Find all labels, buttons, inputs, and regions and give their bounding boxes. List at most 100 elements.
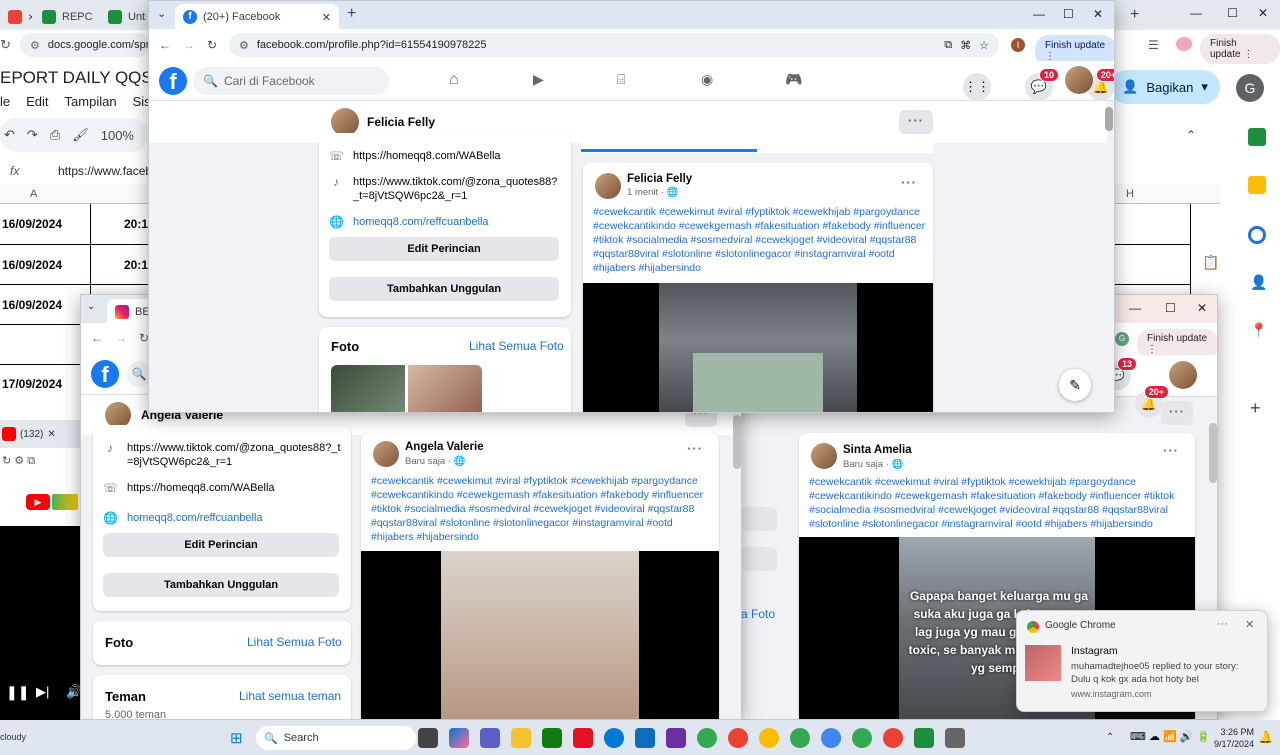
tray-expand-icon[interactable]: ⌃	[1106, 732, 1114, 743]
menu-view[interactable]: Tampilan	[65, 94, 117, 109]
weather-label[interactable]: cloudy	[0, 732, 26, 742]
chrome-notification[interactable]: Google Chrome ··· ✕ Instagram muhamadtej…	[1016, 610, 1268, 712]
edit-details-button[interactable]: Edit Perincian	[329, 237, 559, 261]
reload-icon[interactable]: ↻	[0, 37, 11, 53]
post-hashtags[interactable]: #cewekcantik #cewekimut #viral #fyptikto…	[593, 205, 927, 275]
teams-icon[interactable]	[480, 728, 500, 748]
friends-link[interactable]: Lihat semua teman	[239, 689, 341, 703]
marketplace-icon[interactable]: ⌸	[617, 71, 625, 88]
column-h-header[interactable]: H	[1126, 188, 1134, 200]
post-hashtags[interactable]: #cewekcantik #cewekimut #viral #fyptikto…	[371, 474, 713, 544]
profile-icon[interactable]: I	[1011, 38, 1025, 52]
notifications-button[interactable]: 🔔 20+	[1135, 385, 1169, 418]
address-bar[interactable]: ⚙ facebook.com/profile.php?id=61554190978…	[229, 33, 999, 57]
post-time[interactable]: Baru saja · 🌐	[405, 456, 465, 467]
time-cell[interactable]: 20:1	[124, 258, 148, 272]
sheets-icon[interactable]	[914, 728, 934, 748]
profile-avatar[interactable]	[1065, 66, 1093, 94]
tab-partial[interactable]: ×	[0, 4, 32, 30]
calendar-icon[interactable]	[1248, 128, 1266, 146]
collapse-icon[interactable]: ⌃	[1186, 128, 1196, 142]
post-menu-icon[interactable]: ···	[687, 441, 703, 456]
notification-bell-icon[interactable]: 🔔	[1258, 730, 1273, 744]
tab-list-icon[interactable]: ⌄	[157, 7, 166, 20]
chrome-icon[interactable]	[852, 728, 872, 748]
date-cell[interactable]: 16/09/2024	[2, 298, 62, 312]
home-icon[interactable]: ⌂	[449, 71, 459, 89]
zoom-select[interactable]: 100%	[101, 128, 134, 143]
forward-icon[interactable]: →	[183, 38, 195, 52]
author-avatar[interactable]	[373, 441, 399, 467]
edge-icon[interactable]	[604, 728, 624, 748]
add-addon-icon[interactable]: +	[1250, 398, 1261, 419]
minimize-icon[interactable]: —	[1190, 6, 1202, 20]
translate-icon[interactable]: ⌘	[960, 39, 971, 52]
photos-link[interactable]: Lihat Semua Foto	[469, 339, 564, 353]
photos-link[interactable]: Lihat Semua Foto	[247, 635, 342, 649]
facebook-logo-icon[interactable]: f	[91, 360, 119, 388]
date-cell[interactable]: 16/09/2024	[2, 258, 62, 272]
profile-avatar[interactable]	[331, 108, 359, 136]
redo-icon[interactable]: ↷	[27, 127, 38, 143]
add-featured-button[interactable]: Tambahkan Unggulan	[103, 573, 339, 597]
profile-icon[interactable]	[1176, 37, 1192, 51]
scrollbar[interactable]	[1209, 423, 1217, 483]
maps-icon[interactable]: 📍	[1250, 322, 1267, 339]
chrome-icon[interactable]	[883, 728, 903, 748]
close-icon[interactable]: ✕	[1258, 6, 1268, 20]
minimize-icon[interactable]: —	[1033, 7, 1045, 21]
groups-icon[interactable]: ◉	[701, 71, 713, 88]
maximize-icon[interactable]: ☐	[1063, 7, 1074, 21]
post-author[interactable]: Felicia Felly	[627, 173, 692, 185]
post-menu-icon[interactable]: ···	[901, 175, 917, 190]
pause-icon[interactable]: ❚❚	[6, 684, 29, 701]
scrollbar[interactable]	[1105, 107, 1113, 131]
post-video[interactable]	[583, 283, 933, 412]
messenger-button[interactable]: 💬 10	[1025, 67, 1059, 101]
reload-icon[interactable]: ↻	[2, 455, 11, 467]
scrollbar[interactable]	[733, 415, 741, 469]
video-icon[interactable]: ▶	[533, 71, 544, 88]
tasks-icon[interactable]	[1248, 226, 1266, 244]
contacts-icon[interactable]: 👤	[1250, 274, 1267, 291]
extensions-icon[interactable]: ☰	[1148, 38, 1159, 52]
reload-icon[interactable]: ↻	[207, 38, 217, 52]
hidden-button[interactable]	[741, 507, 777, 531]
sheets-address-bar[interactable]: ⚙ docs.google.com/spread	[20, 33, 168, 57]
youtube-tab[interactable]: (132) ✕	[0, 420, 82, 448]
clock[interactable]: 3:26 PM 9/17/2024	[1214, 726, 1254, 750]
app-icon[interactable]	[666, 728, 686, 748]
share-button[interactable]: 👤 Bagikan ▾	[1110, 70, 1220, 104]
youtube-logo-icon[interactable]: ▶	[26, 494, 50, 510]
chrome-icon[interactable]	[790, 728, 810, 748]
tab-report[interactable]: REPC	[34, 4, 96, 30]
close-icon[interactable]: ✕	[1093, 7, 1103, 21]
chrome-icon[interactable]	[759, 728, 779, 748]
more-options-button[interactable]: ···	[899, 110, 933, 134]
new-tab-button[interactable]: +	[347, 5, 356, 23]
post-author[interactable]: Sinta Amelia	[843, 444, 912, 456]
author-avatar[interactable]	[595, 173, 621, 199]
post-time[interactable]: 1 menit · 🌐	[627, 187, 678, 198]
more-options-button[interactable]: ···	[1161, 401, 1193, 425]
copilot-icon[interactable]	[449, 728, 469, 748]
start-icon[interactable]: ⊞	[230, 729, 243, 747]
tab-facebook[interactable]: f (20+) Facebook ✕	[175, 4, 339, 30]
back-icon[interactable]: ←	[91, 331, 103, 345]
profile-avatar[interactable]	[1169, 361, 1197, 389]
close-tab-icon[interactable]: ✕	[47, 429, 55, 440]
calculator-icon[interactable]	[945, 728, 965, 748]
menu-file[interactable]: le	[0, 94, 10, 109]
taskview-icon[interactable]	[418, 728, 438, 748]
date-cell[interactable]: 16/09/2024	[2, 217, 62, 231]
new-message-button[interactable]: ✎	[1059, 369, 1091, 401]
paint-format-icon[interactable]: 🖌	[72, 127, 89, 143]
app-icon[interactable]	[573, 728, 593, 748]
site-info-icon[interactable]: ⚙	[14, 455, 24, 467]
post-time[interactable]: Baru saja · 🌐	[843, 459, 903, 470]
menu-edit[interactable]: Edit	[26, 94, 48, 109]
clipboard-icon[interactable]: 📋	[1202, 254, 1219, 271]
chrome-icon[interactable]	[821, 728, 841, 748]
post-menu-icon[interactable]: ···	[1163, 443, 1179, 458]
formula-input[interactable]: https://www.faceb	[58, 164, 152, 178]
